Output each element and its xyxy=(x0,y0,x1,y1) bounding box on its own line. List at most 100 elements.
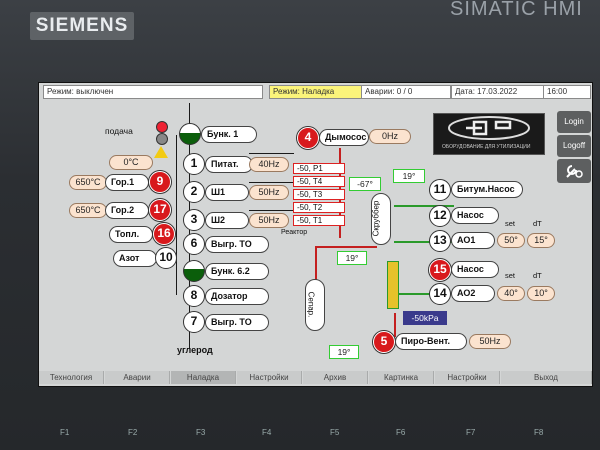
gor1-label[interactable]: Гор.1 xyxy=(105,174,149,191)
bunker1-level xyxy=(179,123,201,145)
f1-key[interactable]: F1 xyxy=(60,428,69,437)
fuel-status[interactable]: 16 xyxy=(153,223,175,245)
alarm-count[interactable]: Аварии: 0 / 0 xyxy=(361,85,451,99)
vygr2-status[interactable]: 7 xyxy=(183,311,205,333)
f2-key[interactable]: F2 xyxy=(128,428,137,437)
sh2-frequency: 50Hz xyxy=(249,213,289,228)
ao1-set-label: set xyxy=(505,219,516,228)
bitum-pump-label[interactable]: Битум.Насос xyxy=(451,181,523,198)
ao2-label[interactable]: АО2 xyxy=(451,285,495,302)
outlet-temp: 19° xyxy=(329,345,359,359)
date-display: Дата: 17.03.2022 xyxy=(451,85,547,99)
piro-fan-status[interactable]: 5 xyxy=(373,331,395,353)
f6-key[interactable]: F6 xyxy=(396,428,405,437)
ao2-status[interactable]: 14 xyxy=(429,283,451,305)
ao1-dt[interactable]: 15° xyxy=(527,233,555,248)
active-mode: Режим: Наладка xyxy=(269,85,363,99)
piro-fan-label[interactable]: Пиро-Вент. xyxy=(395,333,467,350)
vygr1-status[interactable]: 6 xyxy=(183,233,205,255)
sh1-status[interactable]: 2 xyxy=(183,181,205,203)
vygr2-label[interactable]: Выгр. ТО xyxy=(205,314,269,331)
login-button[interactable]: Login xyxy=(557,111,591,133)
gor2-label[interactable]: Гор.2 xyxy=(105,202,149,219)
tab-archive[interactable]: Архив xyxy=(303,371,368,384)
bitum-pump-status[interactable]: 11 xyxy=(429,179,451,201)
f5-key[interactable]: F5 xyxy=(330,428,339,437)
f8-key[interactable]: F8 xyxy=(534,428,543,437)
piro-fan-frequency: 50Hz xyxy=(469,334,511,349)
scrubber-vessel: Скруббер xyxy=(371,193,391,245)
sh1-label[interactable]: Ш1 xyxy=(205,184,249,201)
pitat-line xyxy=(249,153,294,154)
scrubber-temp-in: -67° xyxy=(349,177,381,191)
reactor-t3: -50, T3 xyxy=(293,189,345,200)
company-logo: ОБОРУДОВАНИЕ ДЛЯ УТИЛИЗАЦИИ xyxy=(433,113,545,155)
reactor-t4: -50, T4 xyxy=(293,176,345,187)
tab-settings-2[interactable]: Настройки xyxy=(435,371,500,384)
nitrogen-label[interactable]: Азот xyxy=(113,250,157,267)
ao1-label[interactable]: АО1 xyxy=(451,232,495,249)
scrubber-temp-top: 19° xyxy=(393,169,425,183)
bunker62-level xyxy=(183,260,205,282)
sh2-status[interactable]: 3 xyxy=(183,209,205,231)
heat-exchanger xyxy=(387,261,399,309)
vygr1-label[interactable]: Выгр. ТО xyxy=(205,236,269,253)
bunker1-label: Бунк. 1 xyxy=(201,126,257,143)
pump2-label[interactable]: Насос xyxy=(451,261,499,278)
pitat-label[interactable]: Питат. xyxy=(205,156,253,173)
smoke-label[interactable]: Дымосос xyxy=(319,129,369,146)
siemens-logo: SIEMENS xyxy=(30,12,134,40)
f7-key[interactable]: F7 xyxy=(466,428,475,437)
gor1-temperature: 650°C xyxy=(69,175,107,190)
logo-caption: ОБОРУДОВАНИЕ ДЛЯ УТИЛИЗАЦИИ xyxy=(442,144,531,150)
reactor-t2: -50, T2 xyxy=(293,202,345,213)
gor2-temperature: 650°C xyxy=(69,203,107,218)
sh2-label[interactable]: Ш2 xyxy=(205,212,249,229)
warning-icon xyxy=(154,146,168,158)
nitrogen-status[interactable]: 10 xyxy=(155,247,177,269)
ao1-dt-label: dT xyxy=(533,219,542,228)
tab-exit[interactable]: Выход xyxy=(501,371,592,384)
feed-indicator-grey xyxy=(156,133,168,145)
reactor-outlet-line xyxy=(315,246,377,248)
separator-label: Сепар. xyxy=(306,291,316,318)
pitat-status[interactable]: 1 xyxy=(183,153,205,175)
feed-indicator-red xyxy=(156,121,168,133)
gor2-status[interactable]: 17 xyxy=(149,199,171,221)
smoke-frequency: 0Hz xyxy=(369,129,411,144)
gp-logo-icon xyxy=(448,116,530,140)
tab-settings-1[interactable]: Настройки xyxy=(237,371,302,384)
sh2-line xyxy=(249,210,294,211)
dozator-label[interactable]: Дозатор xyxy=(205,288,269,305)
tab-technology[interactable]: Технология xyxy=(39,371,104,384)
gor1-status[interactable]: 9 xyxy=(149,171,171,193)
logoff-button[interactable]: Logoff xyxy=(557,135,591,157)
f3-key[interactable]: F3 xyxy=(196,428,205,437)
reactor-t1: -50, T1 xyxy=(293,215,345,226)
device-model: SIMATIC HMI xyxy=(450,0,583,20)
carbon-label: углерод xyxy=(177,345,213,355)
sh1-line xyxy=(249,182,294,183)
tab-alarms[interactable]: Аварии xyxy=(105,371,170,384)
f4-key[interactable]: F4 xyxy=(262,428,271,437)
sh1-frequency: 50Hz xyxy=(249,185,289,200)
fuel-label[interactable]: Топл. xyxy=(109,226,153,243)
time-display: 16:00 xyxy=(543,85,591,99)
reactor-p1: -50, P1 xyxy=(293,163,345,174)
left-bus xyxy=(176,135,177,295)
pump2-status[interactable]: 15 xyxy=(429,259,451,281)
dozator-status[interactable]: 8 xyxy=(183,285,205,307)
top-temperature: 0°C xyxy=(109,155,153,170)
tab-picture[interactable]: Картинка xyxy=(369,371,434,384)
ao2-setpoint[interactable]: 40° xyxy=(497,286,525,301)
pump1-label[interactable]: Насос xyxy=(451,207,499,224)
ao2-dt[interactable]: 10° xyxy=(527,286,555,301)
separator-vessel: Сепар. xyxy=(305,279,325,331)
tab-commissioning[interactable]: Наладка xyxy=(171,371,236,384)
smoke-status[interactable]: 4 xyxy=(297,127,319,149)
tools-button[interactable] xyxy=(557,159,591,183)
ao1-setpoint[interactable]: 50° xyxy=(497,233,525,248)
reactor-label: Реактор xyxy=(281,229,308,236)
ao1-status[interactable]: 13 xyxy=(429,230,451,252)
pump1-status[interactable]: 12 xyxy=(429,205,451,227)
